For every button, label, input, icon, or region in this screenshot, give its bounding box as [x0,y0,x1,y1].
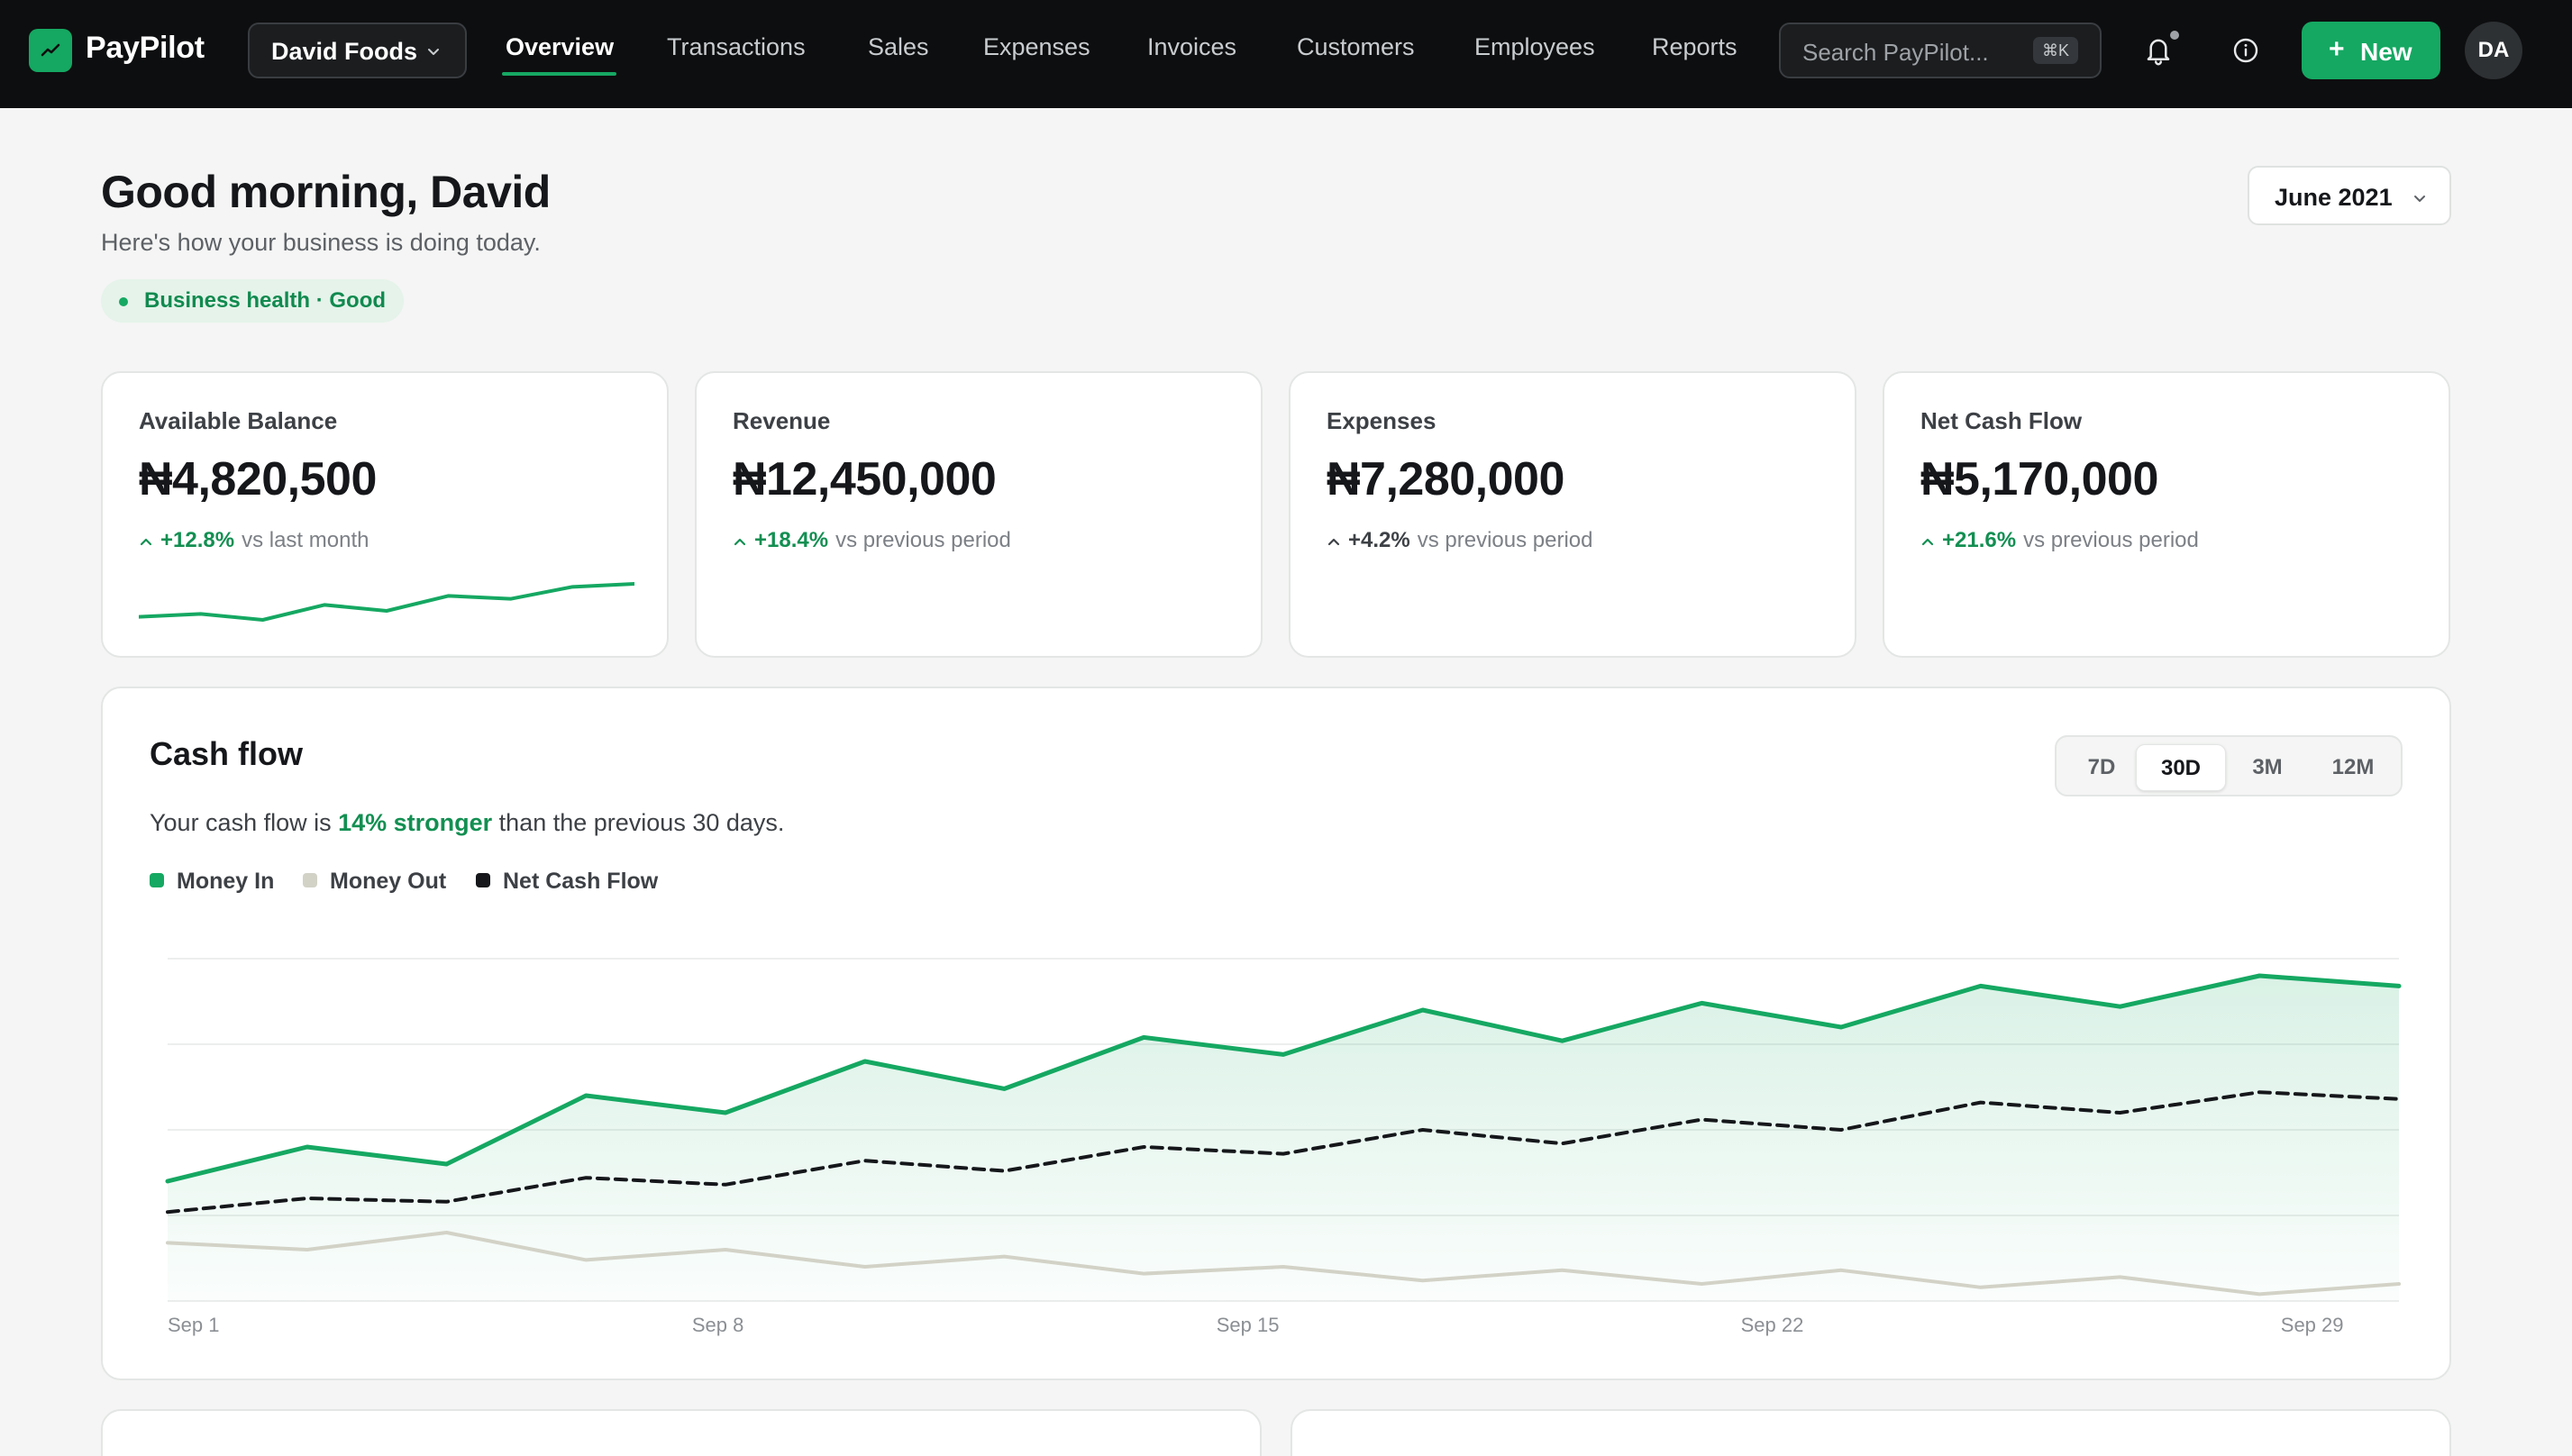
x-tick-label: Sep 15 [1217,1314,1280,1336]
desc-text: Your cash flow is [150,809,339,836]
nav-employees[interactable]: Employees [1474,33,1595,61]
cash-flow-chart: Sep 1 Sep 8 Sep 15 Sep 22 Sep 29 [165,958,2402,1336]
kpi-value: ₦4,820,500 [139,453,377,505]
x-tick-label: Sep 1 [168,1314,220,1336]
kpi-change: +12.8% [160,528,235,552]
period-selector[interactable]: June 2021 [2248,166,2451,225]
x-tick-label: Sep 22 [1741,1314,1804,1336]
new-button[interactable]: + New [2302,22,2440,79]
avatar[interactable]: DA [2465,22,2522,79]
company-switcher[interactable]: David Foods [248,23,467,78]
range-30d[interactable]: 30D [2136,744,2226,791]
kpi-trend: +12.8% vs last month [139,528,369,553]
nav-sales[interactable]: Sales [868,33,929,61]
cash-flow-card: Cash flow Your cash flow is 14% stronger… [101,687,2451,1380]
x-tick-label: Sep 29 [2281,1314,2344,1336]
kpi-comparison: vs previous period [1417,528,1593,552]
range-7d[interactable]: 7D [2064,744,2139,791]
nav-customers[interactable]: Customers [1297,33,1415,61]
cash-flow-description: Your cash flow is 14% stronger than the … [150,809,784,837]
status-badge-label: Business health · Good [144,288,387,313]
legend-money-in[interactable]: Money In [150,869,274,895]
search-input[interactable]: Search PayPilot... ⌘K [1779,23,2102,78]
page-title: Good morning, David [101,167,551,217]
logo-trend-icon [41,43,60,57]
info-icon[interactable] [2231,36,2260,65]
status-badge: Business health · Good [101,279,404,323]
top-navigation-bar: PayPilot David Foods Overview Transactio… [0,0,2572,108]
legend-label: Net Cash Flow [503,869,659,894]
trend-up-icon [1327,528,1348,553]
kpi-value: ₦12,450,000 [733,453,997,505]
kpi-title: Revenue [733,407,831,434]
new-button-label: New [2360,38,2412,66]
trend-up-icon [1920,528,1942,553]
nav-overview[interactable]: Overview [506,33,614,61]
company-name: David Foods [271,38,418,65]
nav-reports[interactable]: Reports [1652,33,1737,61]
period-label: June 2021 [2275,184,2393,211]
bell-icon[interactable] [2143,34,2174,67]
kpi-card-revenue[interactable]: Revenue ₦12,450,000 +18.4% vs previous pe… [695,371,1263,658]
status-dot [119,297,128,306]
kpi-comparison: vs previous period [835,528,1011,552]
active-nav-indicator [502,72,616,76]
nav-expenses[interactable]: Expenses [983,33,1090,61]
kpi-card-expenses[interactable]: Expenses ₦7,280,000 +4.2% vs previous per… [1289,371,1856,658]
kpi-change: +4.2% [1348,528,1410,552]
page-subtitle: Here's how your business is doing today. [101,229,541,256]
kpi-trend: +4.2% vs previous period [1327,528,1592,553]
kpi-comparison: vs last month [242,528,369,552]
plus-icon: + [2329,34,2345,64]
chevron-down-icon [428,49,439,55]
trend-up-icon [733,528,754,553]
kpi-value: ₦5,170,000 [1920,453,2158,505]
legend-label: Money In [177,869,275,894]
legend-label: Money Out [330,869,447,894]
kpi-card-net-cash-flow[interactable]: Net Cash Flow ₦5,170,000 +21.6% vs previo… [1883,371,2450,658]
desc-highlight: 14% stronger [338,809,493,836]
x-tick-label: Sep 8 [692,1314,744,1336]
kpi-comparison: vs previous period [2023,528,2199,552]
desc-text: than the previous 30 days. [492,809,785,836]
kpi-trend: +21.6% vs previous period [1920,528,2199,553]
cash-flow-title: Cash flow [150,735,304,772]
range-12m[interactable]: 12M [2311,744,2395,791]
sparkline-line [139,582,634,622]
kpi-title: Expenses [1327,407,1436,434]
kpi-card-available-balance[interactable]: Available Balance ₦4,820,500 +12.8% vs la… [101,371,669,658]
range-selector: 7D 30D 3M 12M [2055,735,2403,796]
balance-sparkline [139,582,634,622]
nav-invoices[interactable]: Invoices [1147,33,1236,61]
notification-dot [2170,31,2179,40]
kpi-change: +18.4% [754,528,829,552]
legend-swatch [476,873,490,887]
kpi-trend: +18.4% vs previous period [733,528,1011,553]
search-shortcut-badge: ⌘K [2033,37,2078,64]
kpi-title: Net Cash Flow [1920,407,2083,434]
kpi-title: Available Balance [139,407,338,434]
search-placeholder: Search PayPilot... [1802,39,1989,66]
legend-swatch [303,873,317,887]
kpi-value: ₦7,280,000 [1327,453,1564,505]
bottom-right-card [1291,1409,2451,1456]
legend-net-cash-flow[interactable]: Net Cash Flow [476,869,658,895]
range-3m[interactable]: 3M [2230,744,2305,791]
kpi-change: +21.6% [1942,528,2017,552]
nav-transactions[interactable]: Transactions [667,33,806,61]
bottom-left-card [101,1409,1262,1456]
trend-up-icon [139,528,160,553]
legend-swatch [150,873,164,887]
legend-money-out[interactable]: Money Out [303,869,446,895]
logo-mark[interactable] [29,29,72,72]
app-logo-text: PayPilot [86,31,205,65]
chevron-down-icon [2414,196,2425,202]
